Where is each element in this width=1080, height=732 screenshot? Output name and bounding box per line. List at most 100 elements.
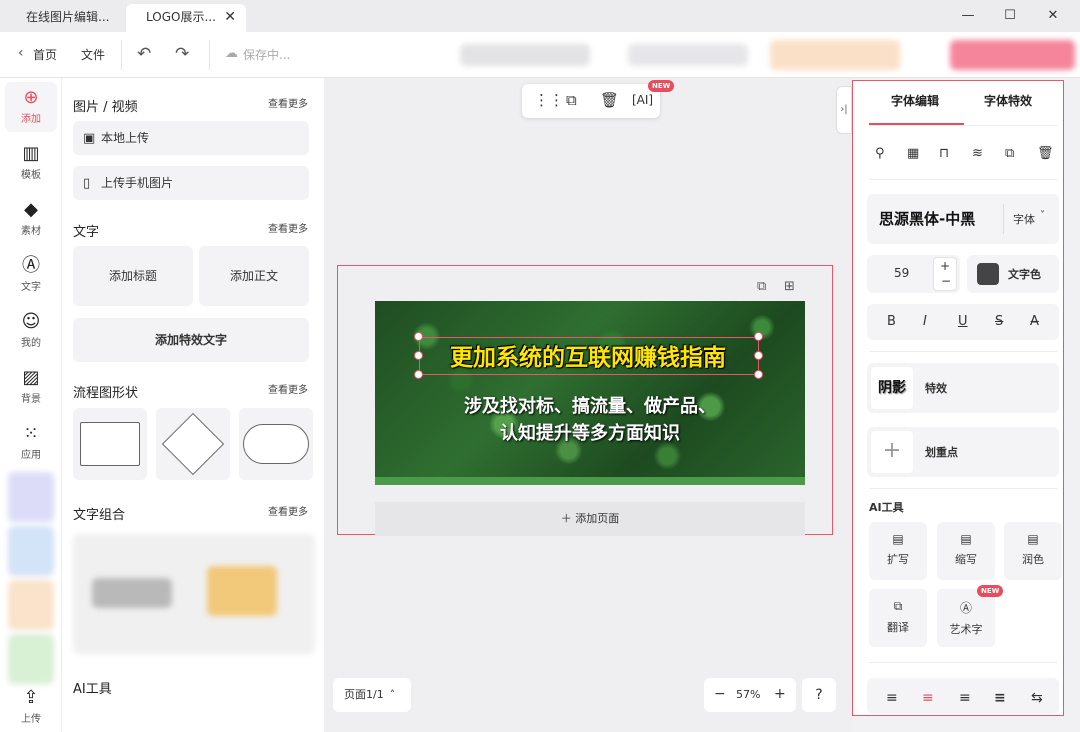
shadow-effect-option[interactable]: 阴影 特效 <box>867 363 1059 413</box>
ai-icon[interactable]: [AI] <box>632 93 653 107</box>
italic-button[interactable]: I <box>923 314 927 329</box>
add-effect-text-button[interactable]: 添加特效文字 <box>73 318 309 362</box>
back-chevron-icon[interactable]: ‹ <box>18 45 24 61</box>
tab-logo-display[interactable]: LOGO展示... ✕ <box>126 4 246 32</box>
divider <box>209 40 210 70</box>
resize-handle[interactable] <box>414 332 423 341</box>
rail-item-text[interactable]: Ⓐ 文字 <box>5 250 57 300</box>
bold-button[interactable]: B <box>887 314 896 329</box>
zoom-level: 57% <box>736 688 761 701</box>
resize-handle[interactable] <box>754 351 763 360</box>
add-body-button[interactable]: 添加正文 <box>199 246 309 306</box>
collapse-right-panel[interactable]: ›| <box>836 86 852 134</box>
underline-button[interactable]: U <box>958 314 968 329</box>
rail-label: 模板 <box>21 170 41 181</box>
phone-upload-button[interactable]: ▯ 上传手机图片 <box>73 166 309 200</box>
redo-icon[interactable]: ↷ <box>175 44 189 64</box>
zoom-in-button[interactable]: + <box>774 686 786 702</box>
rail-item-background[interactable]: ▨ 背景 <box>5 362 57 412</box>
minimize-icon[interactable]: — <box>958 6 978 26</box>
flow-shape-diamond[interactable] <box>156 408 230 480</box>
trash-icon[interactable]: 🗑 <box>600 91 619 109</box>
undo-icon[interactable]: ↶ <box>137 44 151 64</box>
add-page-icon[interactable]: ⊞ <box>784 279 795 294</box>
blurred-toolbar-item <box>460 44 590 66</box>
selection-box <box>419 337 759 375</box>
see-more-link[interactable]: 查看更多 <box>268 95 308 110</box>
ai-art-text-button[interactable]: Ⓐ 艺术字 <box>937 589 995 647</box>
add-heading-button[interactable]: 添加标题 <box>73 246 193 306</box>
see-more-link[interactable]: 查看更多 <box>268 381 308 396</box>
strikethrough-button[interactable]: S <box>995 314 1003 329</box>
align-right-icon[interactable]: ≡ <box>959 690 971 706</box>
help-button[interactable]: ? <box>802 678 836 712</box>
letter-spacing-icon[interactable]: ⇆ <box>1031 690 1043 706</box>
expand-icon: ▤ <box>892 532 904 546</box>
font-size-stepper[interactable]: 59 + − <box>867 255 960 293</box>
rail-item-apps[interactable]: ⁙ 应用 <box>5 418 57 468</box>
flow-shape-rectangle[interactable] <box>73 408 147 480</box>
local-upload-button[interactable]: ▣ 本地上传 <box>73 121 309 155</box>
page-label: 页面1/1 <box>344 688 384 701</box>
tab-font-effect[interactable]: 字体特效 <box>984 92 1032 109</box>
align-justify-icon[interactable]: ≡ <box>994 690 1006 706</box>
layers-icon[interactable]: ≋ <box>972 146 983 161</box>
page-indicator[interactable]: 页面1/1 ˄ <box>333 678 411 712</box>
ai-tool-label: 艺术字 <box>949 623 983 636</box>
color-swatch <box>977 263 999 285</box>
rail-label: 上传 <box>21 714 41 725</box>
delete-icon[interactable]: 🗑 <box>1037 146 1054 161</box>
font-size-value: 59 <box>894 266 910 280</box>
copy-icon[interactable]: ⧉ <box>1005 146 1014 161</box>
decrease-size-icon[interactable]: − <box>941 274 951 288</box>
see-more-link[interactable]: 查看更多 <box>268 220 308 235</box>
resize-handle[interactable] <box>414 351 423 360</box>
rail-label: 文字 <box>21 282 41 293</box>
tab-font-edit[interactable]: 字体编辑 <box>891 92 939 109</box>
tab-online-editor[interactable]: 在线图片编辑... <box>6 4 124 32</box>
highlight-option[interactable]: + 划重点 <box>867 427 1059 477</box>
rail-item-add[interactable]: ⊕ 添加 <box>5 82 57 132</box>
plus-circle-icon: ⊕ <box>23 87 39 108</box>
text-color-picker[interactable]: 文字色 <box>967 255 1059 293</box>
effect-label: 特效 <box>925 382 947 395</box>
rail-item-mine[interactable]: ☺ 我的 <box>5 306 57 356</box>
window-close-icon[interactable]: ✕ <box>1043 6 1063 26</box>
increase-size-icon[interactable]: + <box>940 259 950 273</box>
blurred-toolbar-button <box>770 40 900 70</box>
drag-handle-icon[interactable]: ⋮⋮ <box>534 91 564 109</box>
resize-handle[interactable] <box>754 370 763 379</box>
align-left-icon[interactable]: ≡ <box>886 690 898 706</box>
banner-subtitle-line2[interactable]: 认知提升等多方面知识 <box>375 419 805 445</box>
font-family-selector[interactable]: 思源黑体-中黑 字体 ˅ <box>867 194 1059 244</box>
ai-expand-button[interactable]: ▤ 扩写 <box>869 522 927 580</box>
close-tab-icon[interactable]: ✕ <box>224 4 236 30</box>
art-text-icon: Ⓐ <box>959 601 972 615</box>
transparency-icon[interactable]: ▦ <box>907 146 919 161</box>
divider <box>869 179 1057 180</box>
ai-polish-button[interactable]: ▤ 润色 <box>1004 522 1062 580</box>
rail-item-templates[interactable]: ▥ 模板 <box>5 138 57 188</box>
copy-page-icon[interactable]: ⧉ <box>757 279 766 294</box>
zoom-out-button[interactable]: − <box>714 686 726 702</box>
align-center-icon[interactable]: ≡ <box>922 690 934 706</box>
home-button[interactable]: 首页 <box>33 46 57 63</box>
ai-translate-button[interactable]: ⧉ 翻译 <box>869 589 927 647</box>
resize-handle[interactable] <box>754 332 763 341</box>
lock-icon[interactable]: ⊓ <box>939 146 949 161</box>
rail-label: 应用 <box>21 450 41 461</box>
rail-item-upload[interactable]: ⇪ 上传 <box>5 682 57 732</box>
flow-shape-rounded[interactable] <box>239 408 313 480</box>
maximize-icon[interactable]: ☐ <box>1000 6 1020 26</box>
resize-handle[interactable] <box>414 370 423 379</box>
ai-condense-button[interactable]: ▤ 缩写 <box>937 522 995 580</box>
file-menu[interactable]: 文件 <box>81 46 105 63</box>
duplicate-icon[interactable]: ⧉ <box>566 91 577 109</box>
add-page-button[interactable]: ＋ 添加页面 <box>375 502 805 536</box>
divider <box>869 662 1057 663</box>
see-more-link[interactable]: 查看更多 <box>268 503 308 518</box>
format-painter-icon[interactable]: ⚲ <box>875 146 885 161</box>
clear-format-icon[interactable]: A̶ <box>1030 314 1039 329</box>
rail-item-materials[interactable]: ◆ 素材 <box>5 194 57 244</box>
banner-subtitle-line1[interactable]: 涉及找对标、搞流量、做产品、 <box>375 392 805 418</box>
